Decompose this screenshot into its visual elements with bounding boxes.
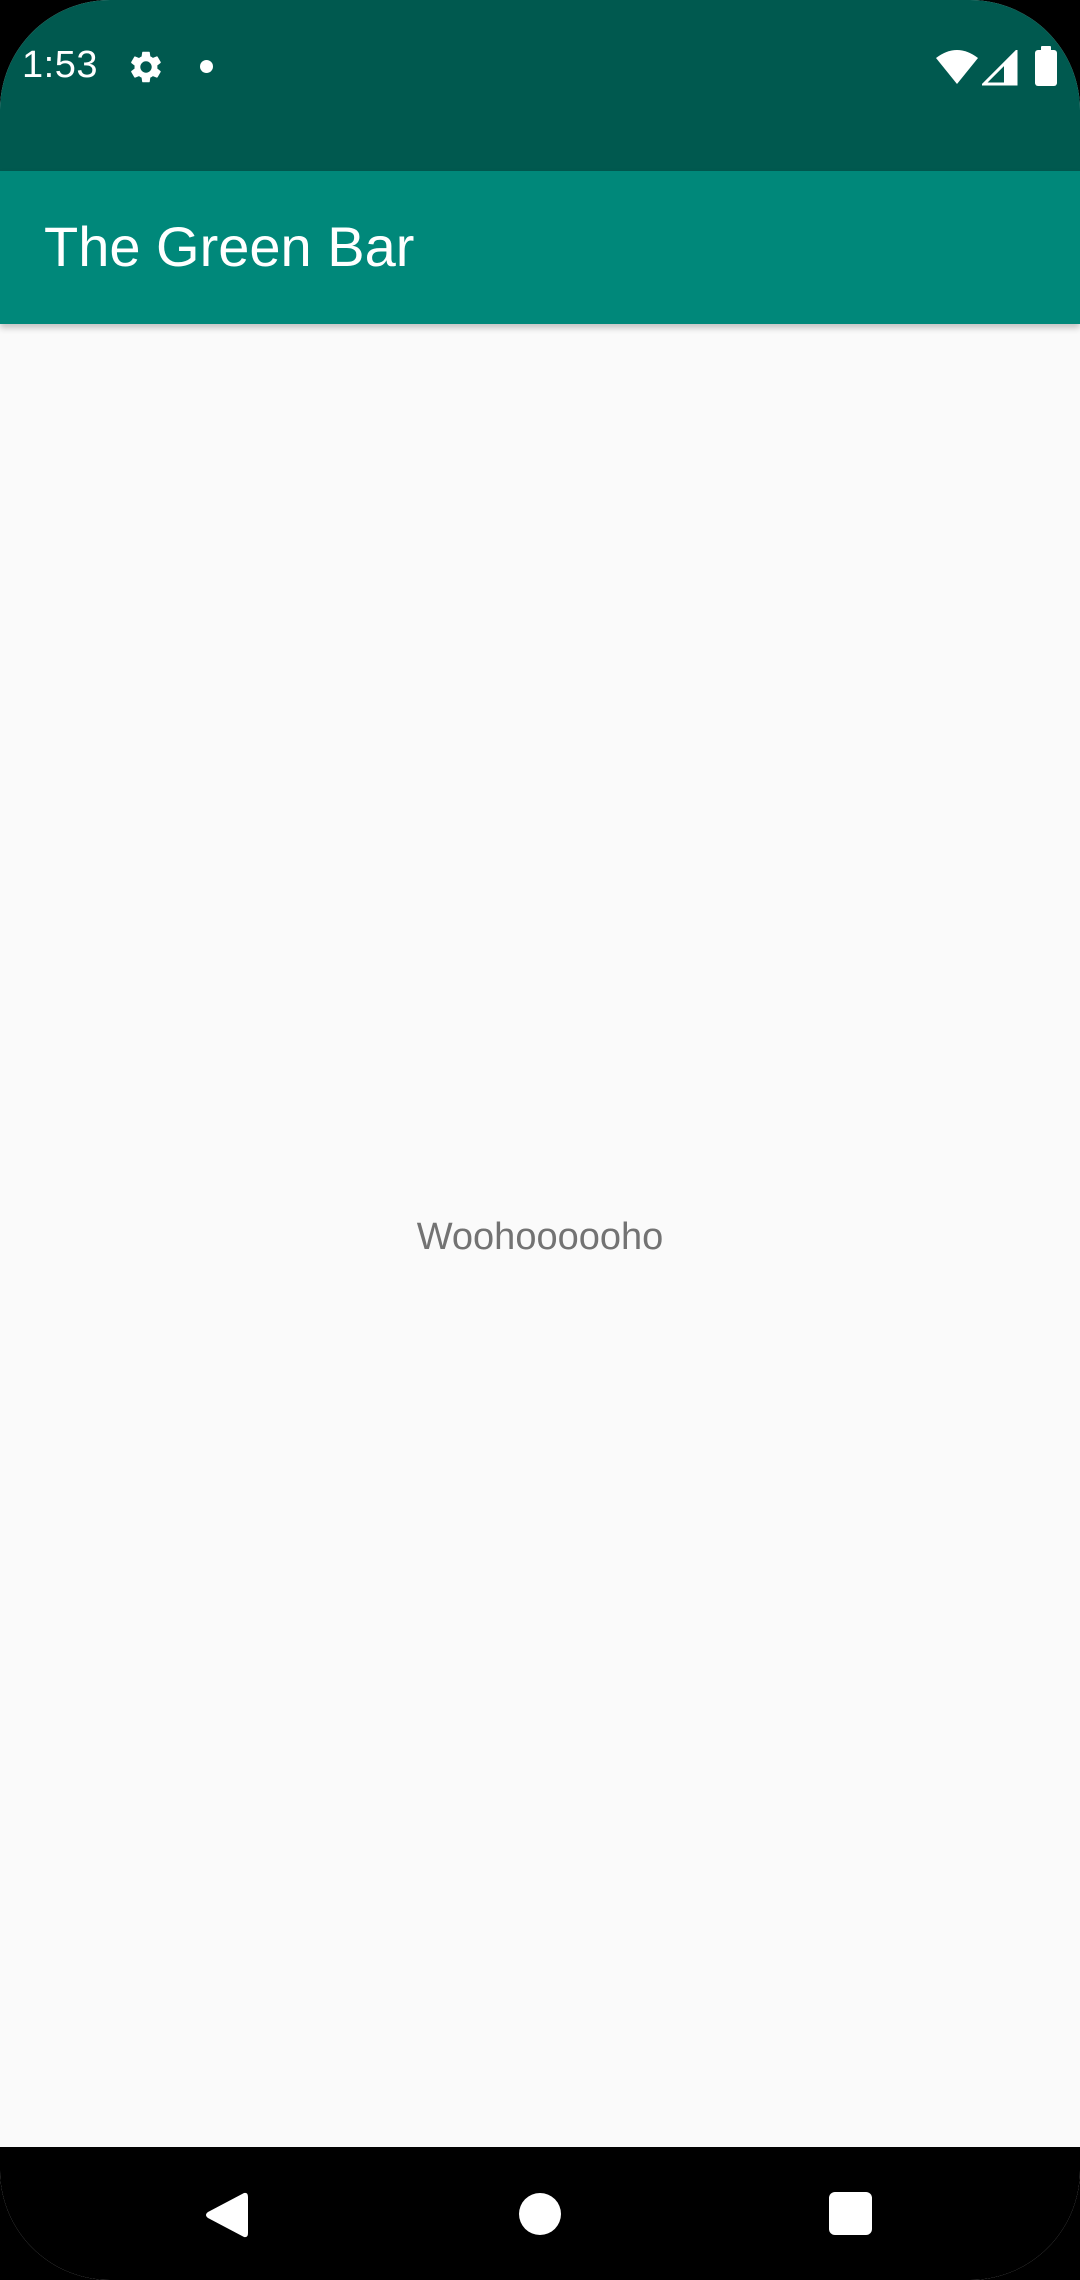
- navigation-bar: [0, 2147, 1080, 2280]
- status-time: 1:53: [22, 44, 98, 86]
- recents-icon[interactable]: [829, 2192, 872, 2235]
- app-bar: The Green Bar: [0, 171, 1080, 324]
- gear-icon: [131, 51, 161, 83]
- app-title: The Green Bar: [44, 215, 415, 278]
- battery-icon: [1035, 46, 1057, 86]
- status-bar: 1:53: [0, 0, 1080, 171]
- phone-screen: 1:53 The Green Bar Woohoooooho: [0, 0, 1080, 2280]
- home-icon[interactable]: [519, 2193, 561, 2235]
- cellular-signal-icon: [982, 50, 1018, 86]
- back-icon[interactable]: [204, 2191, 248, 2239]
- wifi-icon: [936, 50, 978, 84]
- center-text: Woohoooooho: [416, 1216, 664, 1258]
- main-content: Woohoooooho: [0, 324, 1080, 2147]
- notification-dot-icon: [200, 60, 213, 73]
